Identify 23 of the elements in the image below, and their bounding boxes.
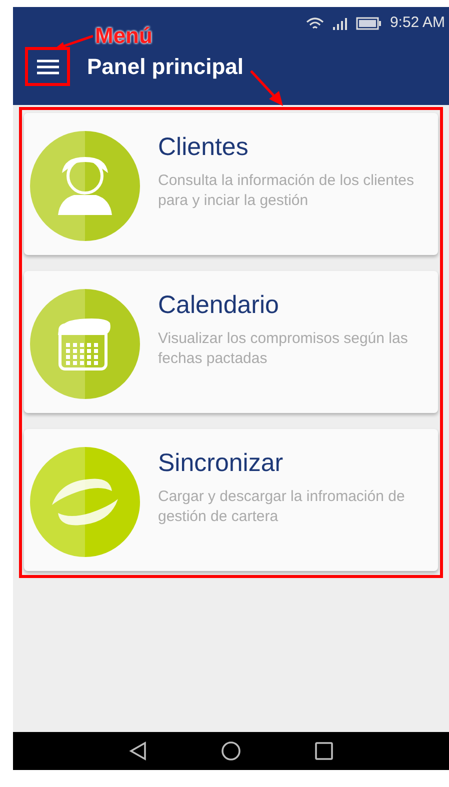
home-icon[interactable] <box>221 741 241 761</box>
wifi-icon <box>306 16 324 30</box>
card-description: Cargar y descargar la infromación de gestión de cartera <box>158 487 406 527</box>
menu-card[interactable]: Calendario Visualizar los compromisos según las fechas pactadas <box>24 271 438 413</box>
card-description: Consulta la información de los clientes para y inciar la gestión <box>158 171 415 211</box>
recent-apps-icon[interactable] <box>315 742 333 760</box>
menu-icon <box>36 58 58 74</box>
card-title: Clientes <box>158 132 250 163</box>
status-time: 9:52 AM <box>390 13 445 34</box>
annotation-label: Menú <box>95 22 152 50</box>
menu-card[interactable]: Sincronizar Cargar y descargar la infromación de gestión de cartera <box>24 429 438 571</box>
signal-icon <box>332 16 348 30</box>
battery-icon <box>356 17 382 30</box>
sync-icon <box>30 447 140 557</box>
menu-card[interactable]: Clientes Consulta la información de los clientes para y inciar la gestión <box>24 113 438 255</box>
person-icon <box>30 131 140 241</box>
calendar-icon <box>30 289 140 399</box>
card-title: Sincronizar <box>158 448 284 479</box>
back-icon[interactable] <box>129 741 147 761</box>
toolbar-title: Panel principal <box>87 53 244 81</box>
card-title: Calendario <box>158 290 280 321</box>
menu-button[interactable] <box>25 47 70 86</box>
card-description: Visualizar los compromisos según las fechas pactadas <box>158 329 409 369</box>
